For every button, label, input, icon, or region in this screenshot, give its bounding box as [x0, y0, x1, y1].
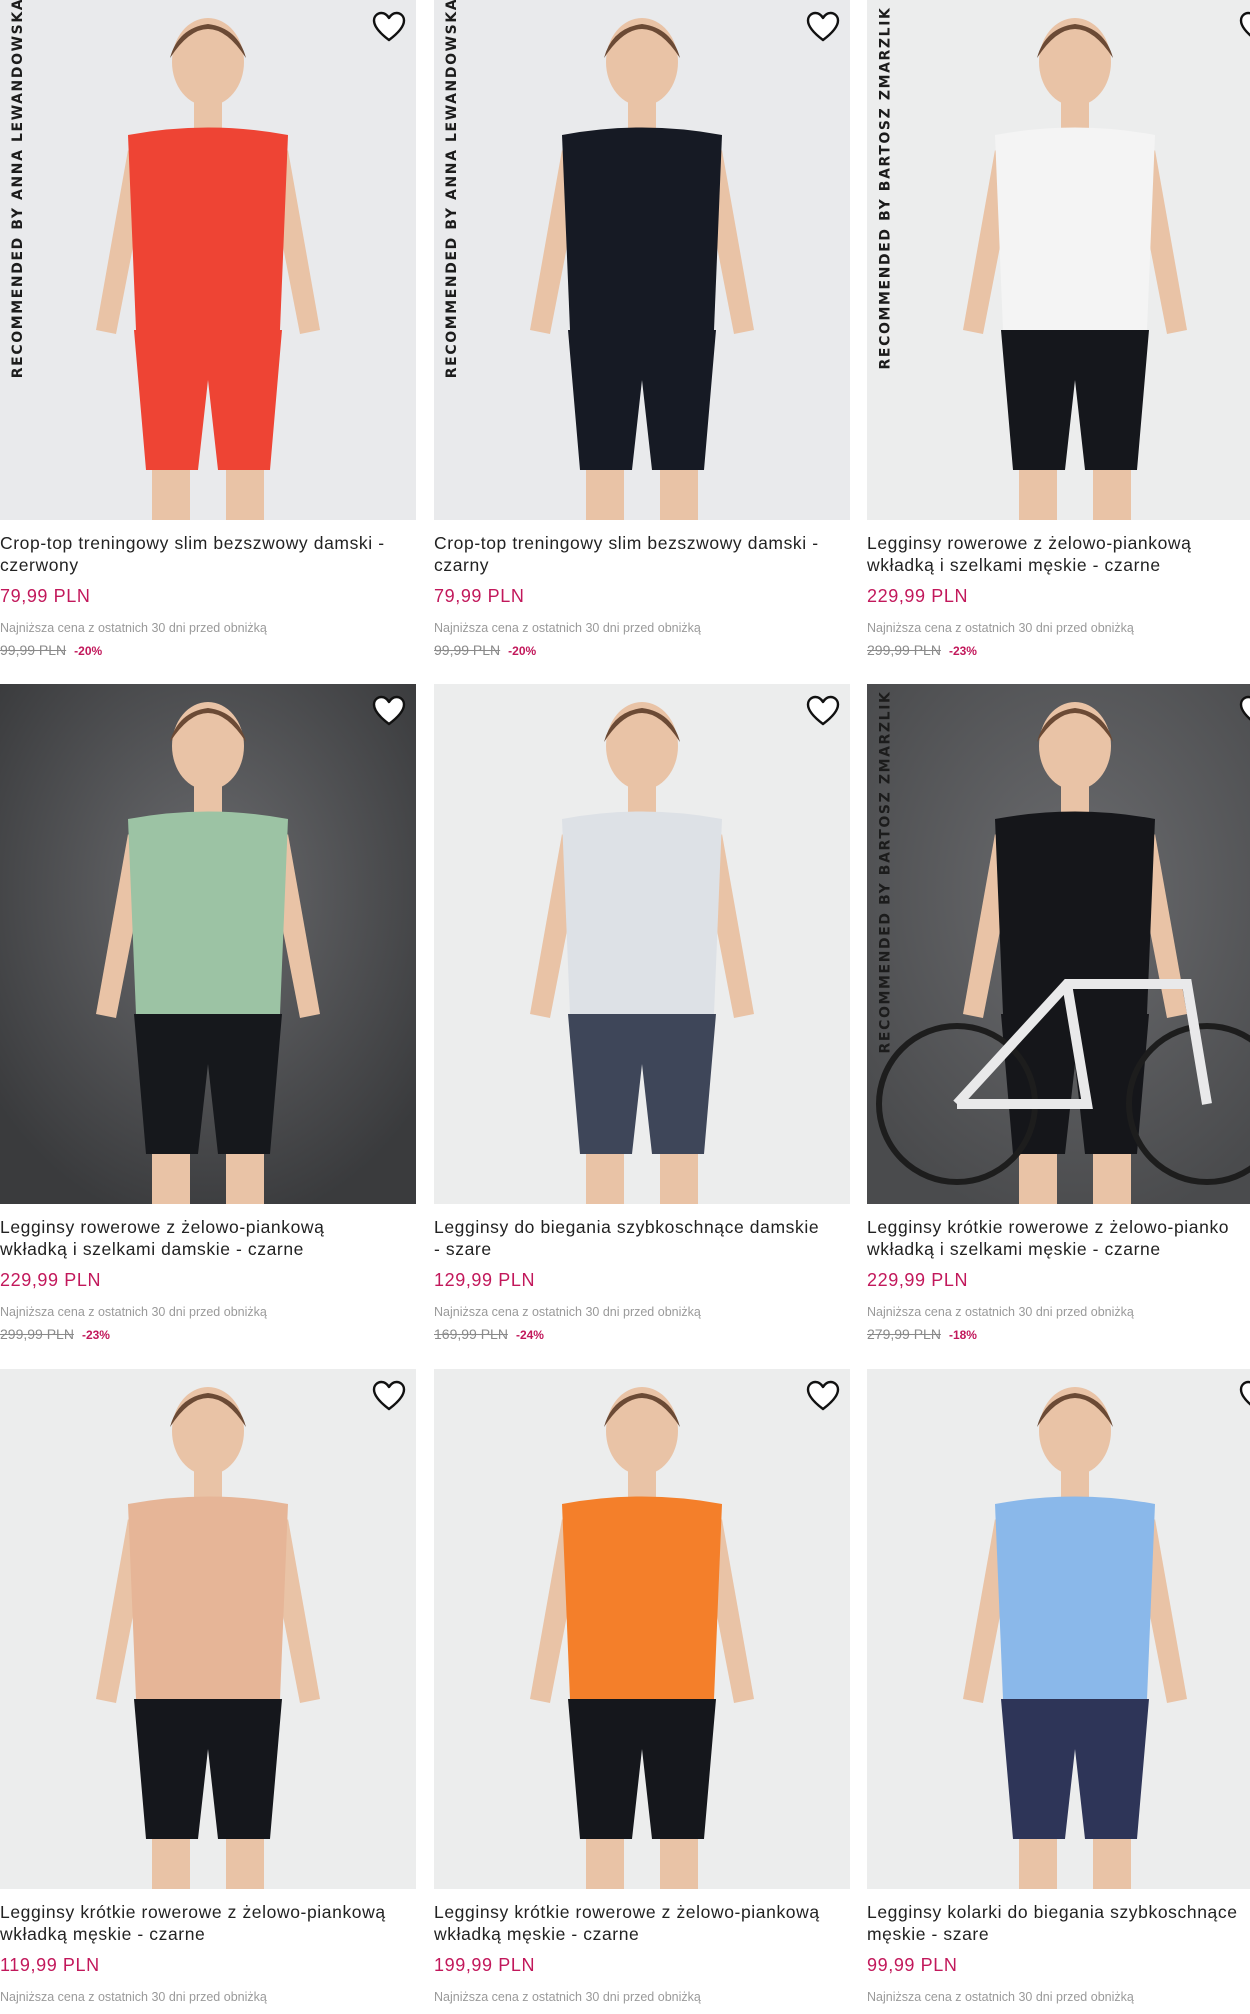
heart-icon[interactable] [1237, 8, 1250, 46]
product-title[interactable]: Legginsy rowerowe z żelowo-piankową wkła… [867, 532, 1250, 576]
product-card[interactable]: Legginsy kolarki do biegania szybkoschną… [867, 1369, 1250, 2014]
product-image[interactable] [0, 684, 416, 1204]
old-price-row: 169,99 PLN -24% [434, 1326, 544, 1342]
heart-icon[interactable] [1237, 1377, 1250, 1415]
product-title-line1[interactable]: Crop-top treningowy slim bezszwowy damsk… [0, 532, 416, 554]
product-image[interactable] [0, 1369, 416, 1889]
product-price: 199,99 PLN [434, 1955, 536, 1975]
lowest-price-note: Najniższa cena z ostatnich 30 dni przed … [434, 1990, 701, 2004]
product-price: 99,99 PLN [867, 1955, 958, 1975]
old-price-row: 279,99 PLN -18% [867, 1326, 977, 1342]
old-price-row: 99,99 PLN -20% [434, 642, 536, 658]
old-price: 279,99 PLN [867, 1326, 941, 1342]
product-image[interactable]: RECOMMENDED BY BARTOSZ ZMARZLIK [867, 0, 1250, 520]
lowest-price-note: Najniższa cena z ostatnich 30 dni przed … [0, 1305, 267, 1319]
product-title-line2[interactable]: wkładką i szelkami damskie - czarne [0, 1238, 416, 1260]
old-price: 169,99 PLN [434, 1326, 508, 1342]
discount-badge: -20% [508, 644, 537, 658]
product-image[interactable]: RECOMMENDED BY ANNA LEWANDOWSKA [434, 0, 850, 520]
product-price: 229,99 PLN [867, 1270, 969, 1290]
product-title-line1[interactable]: Legginsy kolarki do biegania szybkoschną… [867, 1901, 1250, 1923]
product-title-line2[interactable]: wkładką męskie - czarne [434, 1923, 850, 1945]
product-image[interactable] [867, 1369, 1250, 1889]
lowest-price-note: Najniższa cena z ostatnich 30 dni przed … [867, 1990, 1134, 2004]
lowest-price-note: Najniższa cena z ostatnich 30 dni przed … [867, 621, 1134, 635]
heart-icon[interactable] [804, 1377, 842, 1415]
product-title-line1[interactable]: Crop-top treningowy slim bezszwowy damsk… [434, 532, 850, 554]
discount-badge: -23% [81, 1328, 110, 1342]
recommended-label: RECOMMENDED BY ANNA LEWANDOWSKA [444, 0, 461, 379]
product-card[interactable]: Legginsy krótkie rowerowe z żelowo-piank… [0, 1369, 416, 2014]
heart-icon[interactable] [804, 692, 842, 730]
discount-badge: -18% [948, 1328, 977, 1342]
recommended-label: RECOMMENDED BY ANNA LEWANDOWSKA [10, 0, 27, 379]
product-title[interactable]: Legginsy krótkie rowerowe z żelowo-piank… [0, 1901, 416, 1945]
product-image[interactable]: RECOMMENDED BY ANNA LEWANDOWSKA [0, 0, 416, 520]
old-price: 299,99 PLN [0, 1326, 74, 1342]
product-title[interactable]: Legginsy krótkie rowerowe z żelowo-piank… [867, 1216, 1250, 1260]
product-title-line1[interactable]: Legginsy krótkie rowerowe z żelowo-piank… [867, 1216, 1250, 1238]
product-image[interactable] [434, 1369, 850, 1889]
discount-badge: -23% [948, 644, 977, 658]
old-price: 99,99 PLN [0, 642, 67, 658]
product-price: 129,99 PLN [434, 1270, 536, 1290]
product-card[interactable]: Legginsy rowerowe z żelowo-piankową wkła… [0, 684, 416, 1356]
product-card[interactable]: RECOMMENDED BY BARTOSZ ZMARZLIK Legginsy… [867, 0, 1250, 672]
product-title-line1[interactable]: Legginsy do biegania szybkoschnące damsk… [434, 1216, 850, 1238]
product-title-line2[interactable]: - szare [434, 1238, 850, 1260]
product-title[interactable]: Crop-top treningowy slim bezszwowy damsk… [0, 532, 416, 576]
old-price-row: 299,99 PLN -23% [867, 642, 977, 658]
product-price: 229,99 PLN [867, 586, 969, 606]
product-grid: RECOMMENDED BY ANNA LEWANDOWSKA Crop-top… [0, 0, 1250, 2014]
product-price: 79,99 PLN [434, 586, 525, 606]
heart-icon[interactable] [1237, 692, 1250, 730]
lowest-price-note: Najniższa cena z ostatnich 30 dni przed … [867, 1305, 1134, 1319]
discount-badge: -20% [74, 644, 103, 658]
recommended-label: RECOMMENDED BY BARTOSZ ZMARZLIK [877, 690, 893, 1054]
product-price: 79,99 PLN [0, 586, 91, 606]
product-image[interactable]: RECOMMENDED BY BARTOSZ ZMARZLIK [867, 684, 1250, 1204]
old-price: 299,99 PLN [867, 642, 941, 658]
old-price-row: 299,99 PLN -23% [0, 1326, 110, 1342]
product-image[interactable] [434, 684, 850, 1204]
product-title-line2[interactable]: czerwony [0, 554, 416, 576]
old-price-row: 99,99 PLN -20% [0, 642, 102, 658]
product-title[interactable]: Crop-top treningowy slim bezszwowy damsk… [434, 532, 850, 576]
product-title-line2[interactable]: czarny [434, 554, 850, 576]
lowest-price-note: Najniższa cena z ostatnich 30 dni przed … [434, 1305, 701, 1319]
heart-icon[interactable] [370, 692, 408, 730]
heart-icon[interactable] [370, 8, 408, 46]
discount-badge: -24% [515, 1328, 544, 1342]
product-card[interactable]: RECOMMENDED BY BARTOSZ ZMARZLIK Legginsy… [867, 684, 1250, 1356]
product-title-line1[interactable]: Legginsy krótkie rowerowe z żelowo-piank… [0, 1901, 416, 1923]
product-title[interactable]: Legginsy krótkie rowerowe z żelowo-piank… [434, 1901, 850, 1945]
product-title-line2[interactable]: męskie - szare [867, 1923, 1250, 1945]
lowest-price-note: Najniższa cena z ostatnich 30 dni przed … [434, 621, 701, 635]
product-title-line2[interactable]: wkładką męskie - czarne [0, 1923, 416, 1945]
product-price: 229,99 PLN [0, 1270, 102, 1290]
product-card[interactable]: RECOMMENDED BY ANNA LEWANDOWSKA Crop-top… [434, 0, 850, 672]
heart-icon[interactable] [804, 8, 842, 46]
product-card[interactable]: Legginsy krótkie rowerowe z żelowo-piank… [434, 1369, 850, 2014]
recommended-label: RECOMMENDED BY BARTOSZ ZMARZLIK [877, 6, 893, 370]
lowest-price-note: Najniższa cena z ostatnich 30 dni przed … [0, 1990, 267, 2004]
old-price: 99,99 PLN [434, 642, 501, 658]
product-title-line2[interactable]: wkładką i szelkami męskie - czarne [867, 554, 1250, 576]
product-price: 119,99 PLN [0, 1955, 100, 1975]
product-card[interactable]: RECOMMENDED BY ANNA LEWANDOWSKA Crop-top… [0, 0, 416, 672]
product-card[interactable]: Legginsy do biegania szybkoschnące damsk… [434, 684, 850, 1356]
product-title-line1[interactable]: Legginsy rowerowe z żelowo-piankową [0, 1216, 416, 1238]
lowest-price-note: Najniższa cena z ostatnich 30 dni przed … [0, 621, 267, 635]
product-title[interactable]: Legginsy rowerowe z żelowo-piankową wkła… [0, 1216, 416, 1260]
product-title-line1[interactable]: Legginsy rowerowe z żelowo-piankową [867, 532, 1250, 554]
product-title-line1[interactable]: Legginsy krótkie rowerowe z żelowo-piank… [434, 1901, 850, 1923]
product-title-line2[interactable]: wkładką i szelkami męskie - czarne [867, 1238, 1250, 1260]
product-title[interactable]: Legginsy do biegania szybkoschnące damsk… [434, 1216, 850, 1260]
heart-icon[interactable] [370, 1377, 408, 1415]
product-title[interactable]: Legginsy kolarki do biegania szybkoschną… [867, 1901, 1250, 1945]
